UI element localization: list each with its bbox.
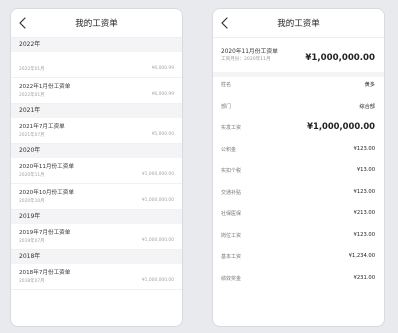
detail-label: 实发工资 bbox=[221, 125, 242, 131]
detail-label: 部门 bbox=[221, 103, 232, 110]
payslip-summary: 2020年11月份工资单 工资月份：2020年11月 ¥1,000,000.00 bbox=[213, 38, 384, 77]
detail-row-social-insurance: 社保医保 ¥213.00 bbox=[213, 204, 384, 226]
year-header: 2018年 bbox=[11, 250, 182, 264]
salary-detail-screen: 我的工资单 2020年11月份工资单 工资月份：2020年11月 ¥1,000,… bbox=[212, 8, 385, 327]
list-item[interactable]: 2018年7月份工资单 2018年07月 ¥1,000,000.00 bbox=[11, 264, 182, 290]
detail-value: ¥13.00 bbox=[356, 167, 375, 173]
list-item[interactable]: 2022年01月 ¥6,000.99 bbox=[11, 52, 182, 78]
detail-value: ¥1,234.00 bbox=[348, 253, 375, 259]
detail-value: ¥1,000,000.00 bbox=[307, 121, 375, 131]
year-header: 2020年 bbox=[11, 144, 182, 158]
detail-label: 实扣个税 bbox=[221, 168, 242, 174]
item-name: 2020年10月份工资单 bbox=[19, 190, 74, 196]
page-title: 我的工资单 bbox=[277, 19, 320, 29]
detail-value: ¥213.00 bbox=[353, 210, 375, 216]
payslip-total: ¥1,000,000.00 bbox=[305, 53, 375, 63]
salary-list-screen: 我的工资单 2022年 2022年01月 ¥6,000.99 2022年1月份工… bbox=[10, 8, 183, 327]
year-header: 2021年 bbox=[11, 104, 182, 118]
item-amount: ¥6,000.99 bbox=[151, 66, 174, 71]
item-date: 2018年07月 bbox=[19, 279, 45, 284]
detail-label: 交通补贴 bbox=[221, 189, 242, 196]
detail-label: 岗位工资 bbox=[221, 232, 242, 239]
detail-row-net-pay: 实发工资 ¥1,000,000.00 bbox=[213, 118, 384, 140]
item-date: 2022年01月 bbox=[19, 93, 45, 98]
item-date: 2020年10月 bbox=[19, 199, 45, 204]
item-name: 2021年7月工资单 bbox=[19, 124, 65, 130]
detail-label: 姓名 bbox=[221, 82, 232, 88]
item-date: 2022年01月 bbox=[19, 67, 45, 72]
detail-value: ¥231.00 bbox=[353, 274, 375, 281]
item-amount: ¥1,000,000.00 bbox=[141, 278, 174, 283]
list-item[interactable]: 2020年11月份工资单 2020年11月 ¥1,000,000.00 bbox=[11, 158, 182, 184]
detail-label: 公积金 bbox=[221, 146, 237, 153]
detail-row-housing-fund: 公积金 ¥123.00 bbox=[213, 140, 384, 162]
page-title: 我的工资单 bbox=[75, 19, 118, 29]
nav-bar: 我的工资单 bbox=[11, 9, 182, 38]
detail-label: 社保医保 bbox=[221, 211, 242, 217]
item-amount: ¥1,000,000.00 bbox=[141, 172, 174, 177]
year-header: 2019年 bbox=[11, 210, 182, 224]
payslip-details: 姓名 黄多 部门 综合部 实发工资 ¥1,000,000.00 公积金 ¥123… bbox=[213, 75, 384, 290]
detail-row-base-salary: 基本工资 ¥1,234.00 bbox=[213, 247, 384, 269]
item-amount: ¥1,000,000.00 bbox=[141, 198, 174, 203]
list-item[interactable]: 2020年10月份工资单 2020年10月 ¥1,000,000.00 bbox=[11, 184, 182, 210]
detail-value: ¥123.00 bbox=[353, 145, 375, 152]
detail-value: ¥123.00 bbox=[353, 231, 375, 238]
item-date: 2019年07月 bbox=[19, 239, 45, 244]
detail-label: 基本工资 bbox=[221, 254, 242, 260]
detail-row-income-tax: 实扣个税 ¥13.00 bbox=[213, 161, 384, 183]
item-name: 2019年7月份工资单 bbox=[19, 230, 71, 236]
item-name: 2022年1月份工资单 bbox=[19, 84, 71, 90]
payslip-month: 工资月份：2020年11月 bbox=[221, 57, 271, 62]
detail-value: ¥123.00 bbox=[353, 188, 375, 195]
detail-value: 综合部 bbox=[359, 103, 375, 110]
detail-row-position-salary: 岗位工资 ¥123.00 bbox=[213, 226, 384, 248]
item-name: 2020年11月份工资单 bbox=[19, 164, 74, 170]
detail-value: 黄多 bbox=[364, 82, 375, 88]
item-amount: ¥5,000.00 bbox=[151, 132, 174, 137]
item-name: 2018年7月份工资单 bbox=[19, 270, 71, 276]
item-date: 2020年11月 bbox=[19, 173, 45, 178]
detail-row-department: 部门 综合部 bbox=[213, 97, 384, 119]
list-item[interactable]: 2021年7月工资单 2021年07月 ¥5,000.00 bbox=[11, 118, 182, 144]
nav-bar: 我的工资单 bbox=[213, 9, 384, 38]
payslip-title: 2020年11月份工资单 bbox=[221, 49, 278, 55]
item-amount: ¥6,000.99 bbox=[151, 92, 174, 97]
salary-list: 2022年 2022年01月 ¥6,000.99 2022年1月份工资单 202… bbox=[11, 38, 182, 290]
list-item[interactable]: 2022年1月份工资单 2022年01月 ¥6,000.99 bbox=[11, 78, 182, 104]
item-date: 2021年07月 bbox=[19, 133, 45, 138]
year-header: 2022年 bbox=[11, 38, 182, 52]
detail-row-performance-bonus: 绩效奖金 ¥231.00 bbox=[213, 269, 384, 291]
detail-row-transport-allowance: 交通补贴 ¥123.00 bbox=[213, 183, 384, 205]
detail-row-name: 姓名 黄多 bbox=[213, 75, 384, 97]
detail-label: 绩效奖金 bbox=[221, 275, 242, 282]
item-amount: ¥1,000,000.00 bbox=[141, 238, 174, 243]
list-item[interactable]: 2019年7月份工资单 2019年07月 ¥1,000,000.00 bbox=[11, 224, 182, 250]
